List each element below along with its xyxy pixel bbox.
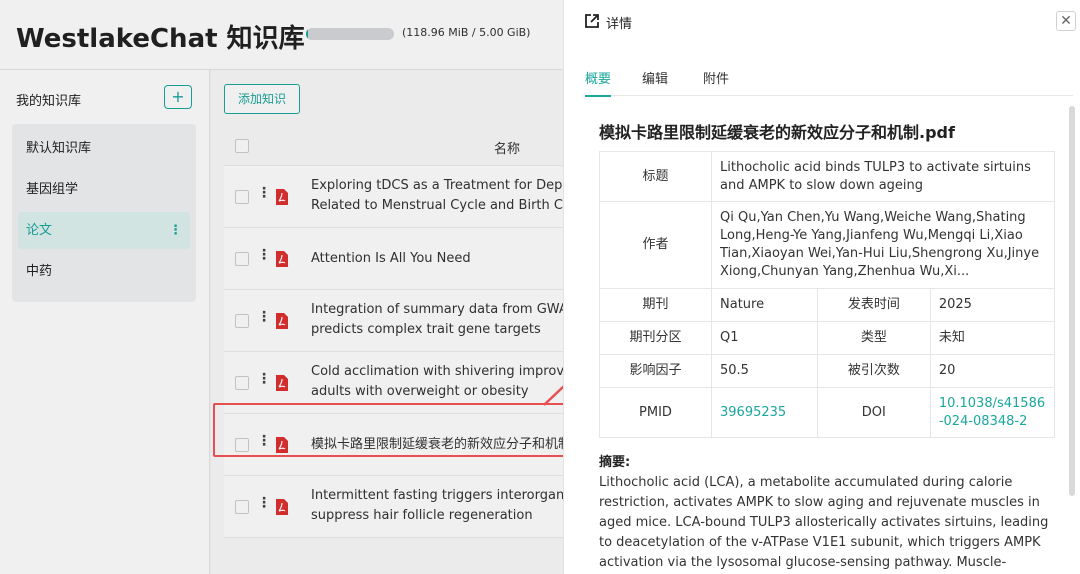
pmid-link[interactable]: 39695235 xyxy=(711,387,818,438)
abstract-title: 摘要: xyxy=(599,455,631,470)
external-link-icon[interactable] xyxy=(584,13,600,29)
citations-value: 20 xyxy=(929,354,1056,388)
partition-value: Q1 xyxy=(711,321,818,355)
author-value: Qi Qu,Yan Chen,Yu Wang,Weiche Wang,Shati… xyxy=(711,201,1055,289)
drawer-title: 详情 xyxy=(606,17,633,32)
scrollbar[interactable] xyxy=(1069,106,1075,496)
modal-overlay[interactable] xyxy=(0,0,563,574)
pubtime-label: 发表时间 xyxy=(816,288,931,322)
doi-label: DOI xyxy=(816,387,931,438)
title-value: Lithocholic acid binds TULP3 to activate… xyxy=(711,151,1055,202)
type-label: 类型 xyxy=(816,321,931,355)
impact-factor-value: 50.5 xyxy=(711,354,818,388)
tab-edit[interactable]: 编辑 xyxy=(642,68,668,95)
type-value: 未知 xyxy=(929,321,1056,355)
journal-value: Nature xyxy=(711,288,818,322)
pubtime-value: 2025 xyxy=(929,288,1056,322)
tab-overview[interactable]: 概要 xyxy=(585,68,612,97)
tab-attachments[interactable]: 附件 xyxy=(703,68,729,95)
close-button[interactable]: ✕ xyxy=(1056,11,1076,31)
partition-label: 期刊分区 xyxy=(599,321,712,355)
journal-label: 期刊 xyxy=(599,288,712,322)
impact-factor-label: 影响因子 xyxy=(599,354,712,388)
author-label: 作者 xyxy=(599,201,712,289)
drawer-tabs: 概要 编辑 附件 xyxy=(585,66,1073,97)
details-drawer: 详情 ✕ 概要 编辑 附件 模拟卡路里限制延缓衰老的新效应分子和机制.pdf 标… xyxy=(563,0,1080,574)
file-title: 模拟卡路里限制延缓衰老的新效应分子和机制.pdf xyxy=(599,123,955,142)
metadata-table: 标题 Lithocholic acid binds TULP3 to activ… xyxy=(599,151,1056,438)
title-label: 标题 xyxy=(599,151,712,202)
highlight-annotation xyxy=(213,403,577,457)
citations-label: 被引次数 xyxy=(816,354,931,388)
pmid-label: PMID xyxy=(599,387,712,438)
doi-link[interactable]: 10.1038/s41586-024-08348-2 xyxy=(929,387,1056,438)
abstract-text: Lithocholic acid (LCA), a metabolite acc… xyxy=(599,475,1049,570)
